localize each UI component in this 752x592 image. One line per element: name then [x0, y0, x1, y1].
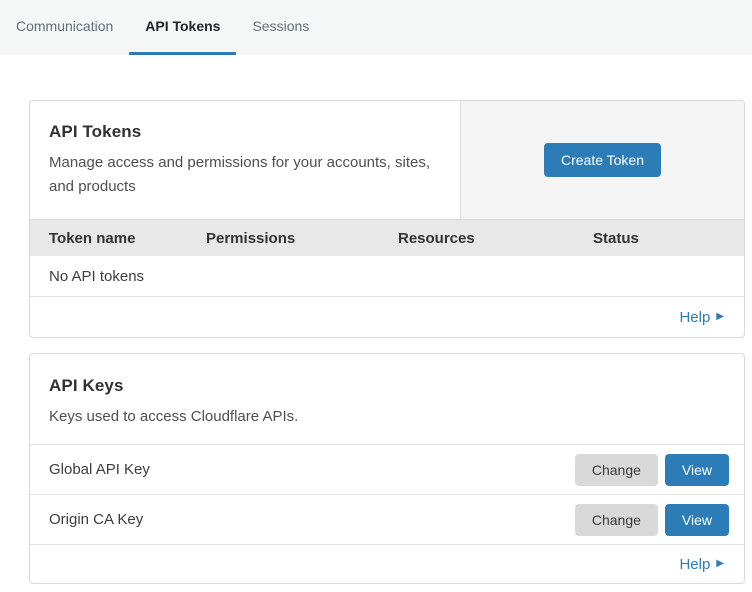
- api-keys-card-header: API Keys Keys used to access Cloudflare …: [30, 354, 744, 445]
- tab-bar: Communication API Tokens Sessions: [0, 0, 752, 55]
- tab-api-tokens[interactable]: API Tokens: [129, 0, 236, 55]
- api-keys-title: API Keys: [49, 376, 724, 396]
- change-global-api-key-button[interactable]: Change: [575, 454, 658, 486]
- api-keys-description: Keys used to access Cloudflare APIs.: [49, 405, 724, 429]
- key-label-global-api-key: Global API Key: [49, 461, 150, 478]
- help-arrow-icon: ▶: [716, 312, 724, 322]
- api-tokens-title: API Tokens: [49, 122, 440, 142]
- create-token-button[interactable]: Create Token: [544, 143, 661, 177]
- tokens-table-header: Token name Permissions Resources Status: [30, 219, 744, 256]
- api-tokens-card-header-actions: Create Token: [460, 101, 744, 219]
- key-row-global-api-key: Global API Key Change View: [30, 445, 744, 495]
- key-actions-origin-ca-key: Change View: [575, 504, 729, 536]
- api-tokens-help-link[interactable]: Help ▶: [679, 309, 724, 326]
- key-actions-global-api-key: Change View: [575, 454, 729, 486]
- tab-sessions[interactable]: Sessions: [236, 0, 325, 55]
- help-link-label: Help: [679, 556, 710, 573]
- api-tokens-card-header: API Tokens Manage access and permissions…: [30, 101, 744, 219]
- key-label-origin-ca-key: Origin CA Key: [49, 511, 143, 528]
- api-keys-card-footer: Help ▶: [30, 545, 744, 583]
- key-row-origin-ca-key: Origin CA Key Change View: [30, 495, 744, 545]
- view-global-api-key-button[interactable]: View: [665, 454, 729, 486]
- api-tokens-card-footer: Help ▶: [30, 297, 744, 337]
- api-tokens-card-header-text: API Tokens Manage access and permissions…: [30, 101, 460, 219]
- main-content: API Tokens Manage access and permissions…: [0, 100, 752, 584]
- column-header-permissions: Permissions: [206, 230, 398, 247]
- column-header-resources: Resources: [398, 230, 593, 247]
- view-origin-ca-key-button[interactable]: View: [665, 504, 729, 536]
- change-origin-ca-key-button[interactable]: Change: [575, 504, 658, 536]
- tokens-empty-message: No API tokens: [49, 268, 144, 285]
- api-tokens-card: API Tokens Manage access and permissions…: [29, 100, 745, 338]
- api-keys-card: API Keys Keys used to access Cloudflare …: [29, 353, 745, 584]
- tab-communication[interactable]: Communication: [0, 0, 129, 55]
- api-tokens-description: Manage access and permissions for your a…: [49, 151, 440, 199]
- help-arrow-icon: ▶: [716, 559, 724, 569]
- column-header-status: Status: [593, 230, 744, 247]
- help-link-label: Help: [679, 309, 710, 326]
- api-keys-help-link[interactable]: Help ▶: [679, 556, 724, 573]
- tokens-empty-row: No API tokens: [30, 256, 744, 297]
- column-header-token-name: Token name: [49, 230, 206, 247]
